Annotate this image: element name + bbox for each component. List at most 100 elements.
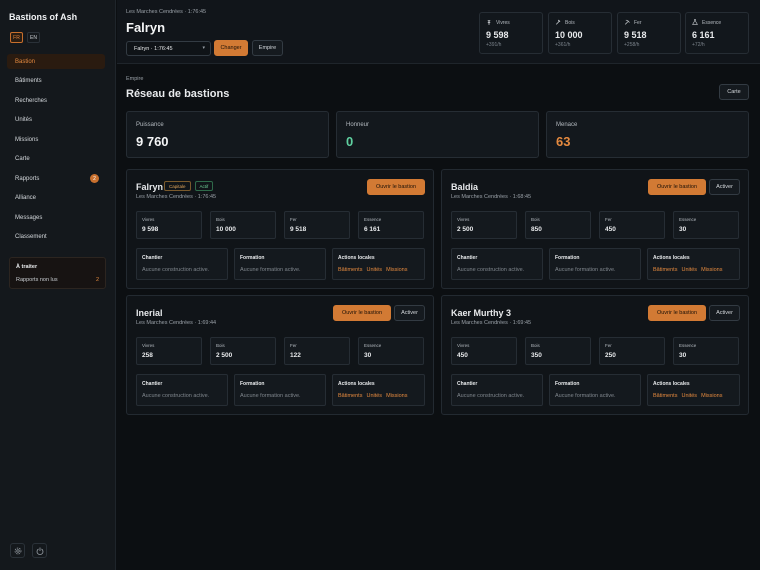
training-label: Formation — [555, 381, 580, 387]
open-bastion-button[interactable]: Ouvrir le bastion — [648, 179, 706, 195]
open-bastion-button[interactable]: Ouvrir le bastion — [367, 179, 425, 195]
resource-rate: +391/h — [486, 42, 502, 48]
bastion-location: Les Marches Cendrées · 1:69:44 — [136, 320, 217, 326]
sidebar-item-unit-s[interactable]: Unités — [7, 112, 105, 127]
worksite-label: Chantier — [457, 381, 478, 387]
bastion-training-panel: Formation Aucune formation active. — [549, 374, 641, 406]
action-link-missions[interactable]: Missions — [701, 393, 722, 399]
action-link-units[interactable]: Unités — [366, 267, 382, 273]
sidebar-item-messages[interactable]: Messages — [7, 210, 105, 225]
action-link-buildings[interactable]: Bâtiments — [653, 393, 677, 399]
power-icon — [36, 547, 43, 555]
open-bastion-button[interactable]: Ouvrir le bastion — [333, 305, 391, 321]
resource-label-row: Essence — [692, 19, 721, 27]
resource-label: Bois — [216, 343, 225, 348]
empire-button[interactable]: Empire — [252, 40, 283, 56]
local-action-links: Bâtiments Unités Missions — [653, 267, 722, 273]
sidebar-item-label: Unités — [15, 116, 33, 123]
change-bastion-button[interactable]: Changer — [214, 40, 248, 56]
bastion-resource-bois: Bois 10 000 — [210, 211, 276, 239]
settings-icon — [14, 547, 21, 554]
resource-value: 850 — [531, 226, 542, 233]
sidebar-item-label: Bastion — [15, 58, 36, 65]
resource-label: Fer — [605, 343, 612, 348]
bastion-worksite-panel: Chantier Aucune construction active. — [136, 248, 228, 280]
action-link-units[interactable]: Unités — [366, 393, 382, 399]
open-bastion-button[interactable]: Ouvrir le bastion — [648, 305, 706, 321]
todo-panel: À traiter Rapports non lus 2 — [9, 257, 106, 289]
action-link-missions[interactable]: Missions — [386, 393, 407, 399]
resource-label: Vivres — [142, 217, 155, 222]
training-status: Aucune formation active. — [240, 393, 301, 399]
action-link-buildings[interactable]: Bâtiments — [338, 393, 362, 399]
activate-button[interactable]: Activer — [709, 305, 740, 321]
bastion-resource-fer: Fer 122 — [284, 337, 350, 365]
action-link-missions[interactable]: Missions — [386, 267, 407, 273]
resource-label: Fer — [290, 343, 297, 348]
sidebar: Bastions of Ash FR EN Bastion Bâtiments Re… — [0, 0, 116, 570]
bastion-training-panel: Formation Aucune formation active. — [234, 248, 326, 280]
action-link-units[interactable]: Unités — [681, 267, 697, 273]
flask-icon — [692, 19, 698, 27]
sidebar-item-missions[interactable]: Missions — [7, 132, 105, 147]
resource-rate: +72/h — [692, 42, 705, 48]
actions-label: Actions locales — [338, 381, 375, 387]
resource-value: 258 — [142, 352, 153, 359]
sidebar-item-rapports[interactable]: Rapports 2 — [7, 171, 105, 186]
lang-fr-button[interactable]: FR — [10, 32, 23, 43]
sidebar-item-b-timents[interactable]: Bâtiments — [7, 73, 105, 88]
logout-button[interactable] — [32, 543, 47, 558]
resource-label: Vivres — [457, 217, 470, 222]
bastion-location: Les Marches Cendrées · 1:69:45 — [451, 320, 532, 326]
action-link-missions[interactable]: Missions — [701, 267, 722, 273]
activate-button[interactable]: Activer — [709, 179, 740, 195]
sidebar-item-label: Bâtiments — [15, 77, 42, 84]
map-button[interactable]: Carte — [719, 84, 749, 100]
bastion-select-value: Falryn · 1:76:45 — [134, 45, 173, 52]
settings-button[interactable] — [10, 543, 25, 558]
sidebar-item-bastion[interactable]: Bastion — [7, 54, 105, 69]
bastion-name: Inerial — [136, 308, 163, 318]
tag-actif: Actif — [194, 181, 214, 191]
stat-label: Puissance — [136, 122, 164, 128]
resource-vivres: Vivres 9 598 +391/h — [479, 12, 543, 54]
bastion-resource-bois: Bois 350 — [525, 337, 591, 365]
stat-label: Menace — [556, 122, 578, 128]
action-link-buildings[interactable]: Bâtiments — [338, 267, 362, 273]
bastion-select[interactable]: Falryn · 1:76:45 ▾ — [126, 41, 211, 56]
action-link-units[interactable]: Unités — [681, 393, 697, 399]
stat-value: 0 — [346, 134, 354, 149]
resource-value: 250 — [605, 352, 616, 359]
activate-button[interactable]: Activer — [394, 305, 425, 321]
resource-label: Bois — [216, 217, 225, 222]
resource-rate: +361/h — [555, 42, 571, 48]
worksite-label: Chantier — [142, 255, 163, 261]
stat-label: Honneur — [346, 122, 370, 128]
resource-value: 6 161 — [692, 30, 715, 40]
resource-rate: +258/h — [624, 42, 640, 48]
bastion-resource-bois: Bois 850 — [525, 211, 591, 239]
training-status: Aucune formation active. — [555, 393, 616, 399]
resource-label: Bois — [531, 343, 540, 348]
bastion-card: Falryn Capitale Actif Les Marches Cendrées … — [126, 169, 434, 289]
lang-en-button[interactable]: EN — [27, 32, 40, 43]
resource-value: 450 — [457, 352, 468, 359]
resource-label: Vivres — [496, 20, 510, 26]
app-title: Bastions of Ash — [9, 12, 78, 22]
sidebar-item-carte[interactable]: Carte — [7, 151, 105, 166]
training-label: Formation — [240, 255, 265, 261]
bastion-name: Kaer Murthy 3 — [451, 308, 512, 318]
stat-puissance: Puissance 9 760 — [126, 111, 329, 158]
axe-icon — [555, 19, 561, 27]
resource-value: 10 000 — [555, 30, 583, 40]
resource-value: 350 — [531, 352, 542, 359]
actions-label: Actions locales — [653, 255, 690, 261]
sidebar-item-recherches[interactable]: Recherches — [7, 93, 105, 108]
sidebar-item-classement[interactable]: Classement — [7, 229, 105, 244]
todo-unread-reports-link[interactable]: Rapports non lus — [16, 277, 58, 283]
sidebar-item-alliance[interactable]: Alliance — [7, 190, 105, 205]
reports-count-badge: 2 — [90, 174, 99, 183]
resource-label-row: Fer — [624, 19, 642, 27]
action-link-buildings[interactable]: Bâtiments — [653, 267, 677, 273]
stat-value: 63 — [556, 134, 571, 149]
